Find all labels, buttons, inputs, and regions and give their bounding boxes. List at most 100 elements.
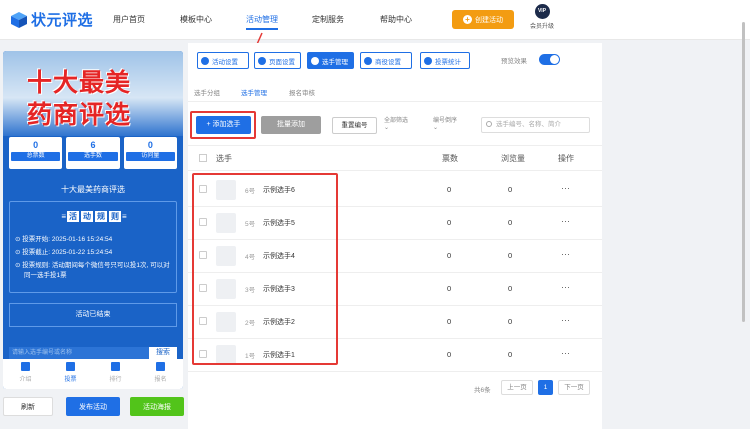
vote-count: 0	[447, 350, 452, 359]
view-count: 0	[508, 317, 513, 326]
highlight-add-button	[190, 111, 256, 139]
banner-title-line1: 十大最美	[27, 69, 132, 97]
subtab-contestants[interactable]: 选手管理	[241, 87, 267, 97]
tab-vote-stats[interactable]: 投票统计	[420, 52, 470, 69]
mobile-preview: 十大最美 药商评选 0 总票数 6 选手数 0 访问量 十大最美药商评选 ≡ 活动…	[3, 51, 183, 389]
reset-number-button[interactable]: 重置编号	[332, 117, 377, 134]
view-count: 0	[508, 251, 513, 260]
view-count: 0	[508, 350, 513, 359]
vote-count: 0	[447, 284, 452, 293]
row-divider	[188, 371, 602, 372]
vote-end-time: ⊙ 投票截止: 2025-01-22 15:24:54	[15, 249, 113, 256]
settings-icon	[201, 56, 209, 65]
next-page-button[interactable]: 下一页	[558, 380, 590, 395]
nav-user-home[interactable]: 用户首页	[113, 0, 145, 40]
banner-title-line2: 药商评选	[27, 101, 132, 129]
subtab-signup-review[interactable]: 报名审核	[289, 87, 315, 97]
total-count: 共6条	[474, 387, 491, 394]
vote-count: 0	[447, 251, 452, 260]
nav-custom-service[interactable]: 定制服务	[312, 0, 344, 40]
contestant-management-panel: 活动设置 页面设置 选手管理 商役设置 投票统计 预览效果 选手分组 选手管理 …	[188, 43, 602, 429]
preview-tab-rank[interactable]: 排行	[93, 359, 138, 389]
page-1-button[interactable]: 1	[538, 380, 553, 395]
more-options-icon[interactable]: ···	[561, 183, 570, 193]
list-icon	[21, 362, 30, 371]
highlight-contestant-list	[192, 173, 338, 365]
activity-poster-button[interactable]: 活动海报	[130, 397, 184, 416]
contestant-search-input[interactable]: 选手编号、名称、简介	[481, 117, 590, 133]
nav-help-center[interactable]: 帮助中心	[380, 0, 412, 40]
col-ops: 操作	[558, 154, 574, 163]
gear-icon	[258, 56, 266, 65]
plus-circle-icon: +	[463, 15, 472, 24]
preview-search-input[interactable]: 请输入选手编号或名称	[9, 347, 149, 359]
col-views: 浏览量	[501, 154, 525, 163]
vote-count: 0	[447, 185, 452, 194]
logo-cube-icon	[11, 11, 27, 28]
rules-heading: ≡ 活动规则 ≡	[61, 211, 127, 222]
subtab-divider	[188, 101, 602, 102]
select-all-checkbox[interactable]	[199, 154, 207, 162]
refresh-button[interactable]: 刷新	[3, 397, 53, 416]
more-options-icon[interactable]: ···	[561, 315, 570, 325]
more-options-icon[interactable]: ···	[561, 216, 570, 226]
create-activity-button[interactable]: + 创建活动	[452, 10, 514, 29]
prev-page-button[interactable]: 上一页	[501, 380, 533, 395]
bar-chart-icon	[111, 362, 120, 371]
nav-template-center[interactable]: 模板中心	[180, 0, 212, 40]
col-contestant: 选手	[216, 154, 232, 163]
vote-start-time: ⊙ 投票开始: 2025-01-16 15:24:54	[15, 236, 113, 243]
top-bar: 状元评选 用户首页 模板中心 活动管理 定制服务 帮助中心 + 创建活动 VIP…	[0, 0, 750, 40]
col-votes: 票数	[442, 154, 458, 163]
bulk-add-button[interactable]: 批量添加	[261, 116, 321, 134]
subtab-groups[interactable]: 选手分组	[194, 87, 220, 97]
stat-visits: 0 访问量	[123, 137, 177, 169]
stat-contestants: 6 选手数	[66, 137, 120, 169]
vip-upgrade-label: 会员升级	[529, 24, 554, 30]
activity-banner: 十大最美 药商评选	[3, 51, 183, 136]
vip-upgrade[interactable]: VIP 会员升级	[525, 4, 559, 30]
tab-merchant-settings[interactable]: 商役设置	[360, 52, 412, 69]
preview-tabbar: 介绍 投票 排行 报名	[3, 359, 183, 389]
preview-tab-intro[interactable]: 介绍	[3, 359, 48, 389]
nav-activity-management[interactable]: 活动管理	[246, 0, 278, 40]
users-icon	[311, 56, 319, 65]
logo-text: 状元评选	[31, 12, 94, 29]
view-count: 0	[508, 185, 513, 194]
preview-tab-signup[interactable]: 报名	[138, 359, 183, 389]
activity-ended-banner: 活动已结束	[9, 303, 177, 327]
more-options-icon[interactable]: ···	[561, 249, 570, 259]
view-count: 0	[508, 218, 513, 227]
vote-count: 0	[447, 317, 452, 326]
stats-row: 0 总票数 6 选手数 0 访问量	[9, 137, 177, 169]
vote-rule: ⊙ 投票规则: 活动期间每个微信号只可以投1次, 可以对同一选手投1票	[15, 262, 170, 279]
preview-toggle[interactable]	[539, 54, 560, 65]
table-header-border	[188, 170, 602, 171]
activity-title: 十大最美药商评选	[61, 185, 125, 194]
preview-tab-vote[interactable]: 投票	[48, 359, 93, 389]
shop-icon	[364, 56, 372, 65]
chart-icon	[424, 56, 432, 65]
sort-dropdown[interactable]: 编号倒序 ⌄	[433, 118, 463, 132]
vip-badge-icon: VIP	[534, 4, 550, 19]
filter-dropdown[interactable]: 全部筛选 ⌄	[384, 118, 414, 132]
tab-page-settings[interactable]: 页面设置	[254, 52, 301, 69]
publish-activity-button[interactable]: 发布活动	[66, 397, 120, 416]
search-icon	[486, 121, 492, 127]
preview-search-button[interactable]: 搜索	[149, 347, 177, 359]
vote-count: 0	[447, 218, 452, 227]
stat-total-votes: 0 总票数	[9, 137, 63, 169]
rules-box: ≡ 活动规则 ≡ ⊙ 投票开始: 2025-01-16 15:24:54 ⊙ 投票截…	[9, 201, 177, 293]
flag-icon	[66, 362, 75, 371]
table-top-border	[188, 145, 602, 146]
preview-search: 请输入选手编号或名称 搜索	[9, 347, 177, 359]
tab-activity-settings[interactable]: 活动设置	[197, 52, 249, 69]
tab-contestant-management[interactable]: 选手管理	[307, 52, 354, 69]
hand-icon	[156, 362, 165, 371]
page-scrollbar[interactable]	[742, 22, 745, 322]
logo[interactable]: 状元评选	[10, 9, 93, 30]
more-options-icon[interactable]: ···	[561, 348, 570, 358]
more-options-icon[interactable]: ···	[561, 282, 570, 292]
preview-label: 预览效果	[501, 58, 527, 65]
view-count: 0	[508, 284, 513, 293]
